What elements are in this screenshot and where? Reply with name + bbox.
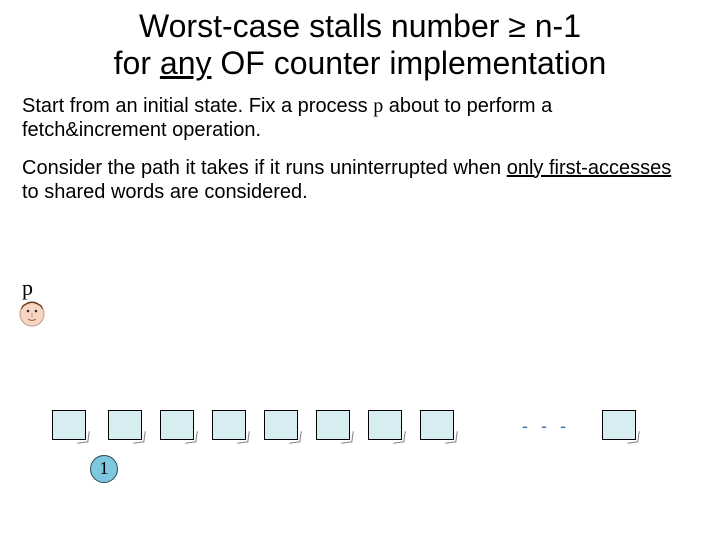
face-icon — [18, 300, 46, 328]
word-box — [212, 410, 246, 440]
word-box — [160, 410, 194, 440]
title-part2: n-1 — [526, 8, 581, 44]
ellipsis: - - - — [522, 416, 570, 437]
para2-u: only first-accesses — [507, 157, 672, 179]
word-box — [52, 410, 86, 440]
title-geq: ≥ — [508, 8, 526, 44]
word-box — [264, 410, 298, 440]
word-box — [368, 410, 402, 440]
title-line2a: for — [114, 45, 160, 81]
paragraph-2: Consider the path it takes if it runs un… — [22, 156, 690, 204]
para2-a: Consider the path it takes if it runs un… — [22, 157, 507, 179]
body-text: Start from an initial state. Fix a proce… — [0, 86, 720, 204]
title-line2b: OF counter implementation — [211, 45, 606, 81]
slide-title: Worst-case stalls number ≥ n-1 for any O… — [0, 0, 720, 86]
word-box — [602, 410, 636, 440]
shared-words-row: - - - — [52, 410, 692, 450]
word-box — [420, 410, 454, 440]
para1-a: Start from an initial state. Fix a proce… — [22, 95, 373, 117]
para1-p: p — [373, 95, 383, 117]
word-box — [316, 410, 350, 440]
word-box — [108, 410, 142, 440]
paragraph-1: Start from an initial state. Fix a proce… — [22, 94, 690, 142]
process-label: p — [22, 275, 33, 301]
step-counter: 1 — [90, 455, 118, 483]
title-part1: Worst-case stalls number — [139, 8, 508, 44]
title-line2-underlined: any — [160, 45, 212, 81]
para2-b: to shared words are considered. — [22, 181, 308, 203]
slide: Worst-case stalls number ≥ n-1 for any O… — [0, 0, 720, 540]
